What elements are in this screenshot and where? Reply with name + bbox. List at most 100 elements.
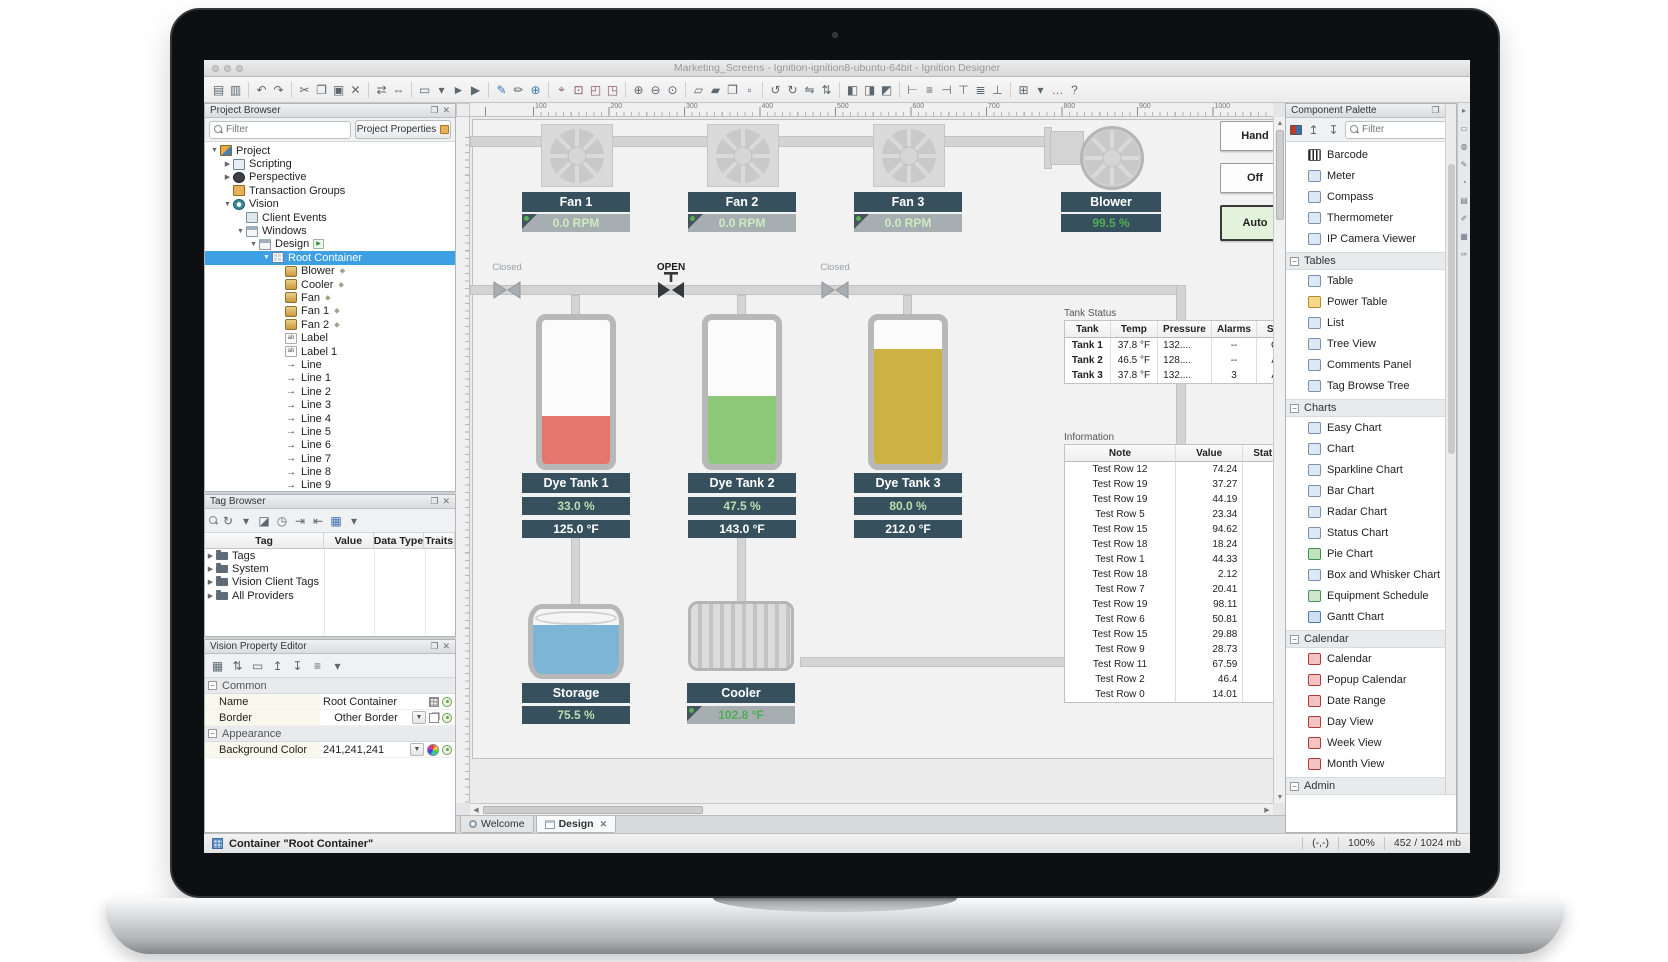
- dock-pen-icon[interactable]: ✎: [1461, 160, 1468, 169]
- palette-item-gantt-chart[interactable]: Gantt Chart: [1286, 606, 1456, 627]
- design-viewport[interactable]: Fan 10.0 RPMFan 20.0 RPMFan 30.0 RPMBlow…: [470, 117, 1273, 803]
- property-row-background-color[interactable]: Background Color 241,241,241 ▼: [205, 742, 455, 758]
- tree-item-scripting[interactable]: ▶Scripting: [205, 157, 455, 170]
- dock-expand-icon[interactable]: ▸: [1462, 106, 1466, 115]
- collapse-categories-icon[interactable]: ↧: [289, 657, 306, 675]
- tree-item-line-9[interactable]: →Line 9: [205, 479, 455, 491]
- tree-item-transaction-groups[interactable]: Transaction Groups: [205, 184, 455, 197]
- tree-item-label[interactable]: abLabel: [205, 331, 455, 344]
- palette-item-month-view[interactable]: Month View: [1286, 753, 1456, 774]
- tag-column-tag[interactable]: Tag: [205, 533, 324, 548]
- tree-item-blower[interactable]: Blower⬥: [205, 265, 455, 278]
- send-to-back-icon[interactable]: ▫: [741, 81, 758, 99]
- tree-item-line-4[interactable]: →Line 4: [205, 412, 455, 425]
- tag-refresh-icon[interactable]: ↻: [220, 512, 236, 530]
- zoom-actual-icon[interactable]: ⊙: [664, 81, 681, 99]
- collapse-section-icon[interactable]: −: [208, 681, 217, 690]
- color-dropdown-icon[interactable]: ▼: [410, 743, 424, 756]
- minimize-window-icon[interactable]: [224, 65, 231, 72]
- tree-item-client-events[interactable]: Client Events: [205, 211, 455, 224]
- palette-filter-input[interactable]: [1345, 121, 1452, 139]
- bring-forward-icon[interactable]: ▱: [690, 81, 707, 99]
- zoom-region-icon[interactable]: ◰: [587, 81, 604, 99]
- border-editor-icon[interactable]: [429, 713, 439, 723]
- background-color-value[interactable]: 241,241,241: [323, 744, 407, 756]
- flip-vertical-icon[interactable]: ⇅: [818, 81, 835, 99]
- traffic-lights[interactable]: [212, 65, 243, 72]
- cut-icon[interactable]: ✂: [296, 81, 313, 99]
- palette-item-barcode[interactable]: Barcode: [1286, 144, 1456, 165]
- tree-item-perspective[interactable]: ▶Perspective: [205, 171, 455, 184]
- valve-2-icon[interactable]: [657, 272, 685, 304]
- project-filter-field[interactable]: [226, 124, 346, 135]
- palette-item-chart[interactable]: Chart: [1286, 438, 1456, 459]
- zoom-window-icon[interactable]: [236, 65, 243, 72]
- close-tab-icon[interactable]: ✕: [600, 819, 608, 830]
- hoa-auto-button[interactable]: Auto: [1220, 205, 1273, 241]
- save-icon[interactable]: ▤: [210, 81, 227, 99]
- binding-link-icon[interactable]: [442, 713, 452, 723]
- pencil-tool-icon[interactable]: ✏: [510, 81, 527, 99]
- play-badge-icon[interactable]: ▶: [313, 239, 324, 249]
- palette-item-day-view[interactable]: Day View: [1286, 711, 1456, 732]
- filter-properties-icon[interactable]: ≡: [309, 657, 326, 675]
- rotate-cw-icon[interactable]: ↻: [784, 81, 801, 99]
- tree-expander-icon[interactable]: ▼: [222, 201, 233, 208]
- tree-item-fan-2[interactable]: Fan 2⬥: [205, 318, 455, 331]
- preview-play-icon[interactable]: ▶: [467, 81, 484, 99]
- hoa-off-button[interactable]: Off: [1220, 163, 1273, 193]
- translate-mode-icon[interactable]: ⇄: [373, 81, 390, 99]
- tab-welcome[interactable]: Welcome: [460, 816, 534, 833]
- palette-item-table[interactable]: Table: [1286, 270, 1456, 291]
- tree-item-line-5[interactable]: →Line 5: [205, 425, 455, 438]
- float-panel-icon[interactable]: ❐: [430, 106, 438, 115]
- expand-categories-icon[interactable]: ↥: [269, 657, 286, 675]
- shape-subtract-icon[interactable]: ◩: [878, 81, 895, 99]
- tree-item-line-3[interactable]: →Line 3: [205, 398, 455, 411]
- close-panel-icon[interactable]: ✕: [442, 106, 450, 115]
- zoom-out-icon[interactable]: ⊖: [647, 81, 664, 99]
- align-right-icon[interactable]: ⊣: [938, 81, 955, 99]
- project-properties-button[interactable]: Project Properties: [355, 120, 451, 139]
- zoom-in-icon[interactable]: ⊕: [630, 81, 647, 99]
- dock-gauge-icon[interactable]: ◔: [1462, 178, 1467, 187]
- shape-intersect-icon[interactable]: ◨: [861, 81, 878, 99]
- tree-expander-icon[interactable]: ▶: [205, 552, 216, 560]
- zoom-level[interactable]: 100%: [1338, 837, 1384, 850]
- tree-item-line[interactable]: →Line: [205, 358, 455, 371]
- tree-item-fan[interactable]: Fan⬥: [205, 291, 455, 304]
- float-panel-icon[interactable]: ❐: [430, 642, 438, 651]
- tag-import-icon[interactable]: ⇥: [292, 512, 308, 530]
- tag-timer-icon[interactable]: ◷: [274, 512, 290, 530]
- tree-item-line-2[interactable]: →Line 2: [205, 385, 455, 398]
- zoom-fit-icon[interactable]: ⌖: [553, 81, 570, 99]
- dock-window-icon[interactable]: ▭: [1460, 124, 1468, 133]
- more-dropdown-icon[interactable]: ▾: [1032, 81, 1049, 99]
- palette-item-sparkline-chart[interactable]: Sparkline Chart: [1286, 459, 1456, 480]
- tag-folder-all-providers[interactable]: ▶All Providers: [205, 589, 455, 602]
- paste-icon[interactable]: ▣: [330, 81, 347, 99]
- component-stamp-icon[interactable]: [1290, 125, 1302, 135]
- tree-expander-icon[interactable]: ▼: [209, 147, 220, 154]
- palette-item-comments-panel[interactable]: Comments Panel: [1286, 354, 1456, 375]
- section-appearance[interactable]: − Appearance: [205, 726, 455, 742]
- overflow-icon[interactable]: …: [1049, 81, 1066, 99]
- palette-item-tree-view[interactable]: Tree View: [1286, 333, 1456, 354]
- palette-item-popup-calendar[interactable]: Popup Calendar: [1286, 669, 1456, 690]
- sort-alpha-icon[interactable]: ⇅: [229, 657, 246, 675]
- close-window-icon[interactable]: [212, 65, 219, 72]
- dock-pencil-icon[interactable]: ✐: [1461, 214, 1468, 223]
- tree-expander-icon[interactable]: ▼: [248, 241, 259, 248]
- palette-item-box-and-whisker-chart[interactable]: Box and Whisker Chart: [1286, 564, 1456, 585]
- tag-folder-system[interactable]: ▶System: [205, 562, 455, 575]
- section-common[interactable]: − Common: [205, 678, 455, 694]
- shape-dropdown-icon[interactable]: ▾: [433, 81, 450, 99]
- collapse-section-icon[interactable]: −: [1290, 782, 1299, 791]
- border-dropdown-icon[interactable]: ▼: [412, 711, 426, 724]
- tree-item-line-1[interactable]: →Line 1: [205, 372, 455, 385]
- tag-column-data-type[interactable]: Data Type: [374, 533, 425, 548]
- tag-stamp-icon[interactable]: ◪: [256, 512, 272, 530]
- float-panel-icon[interactable]: ❐: [430, 497, 438, 506]
- color-wheel-icon[interactable]: [427, 744, 439, 756]
- shape-tool-icon[interactable]: ▭: [416, 81, 433, 99]
